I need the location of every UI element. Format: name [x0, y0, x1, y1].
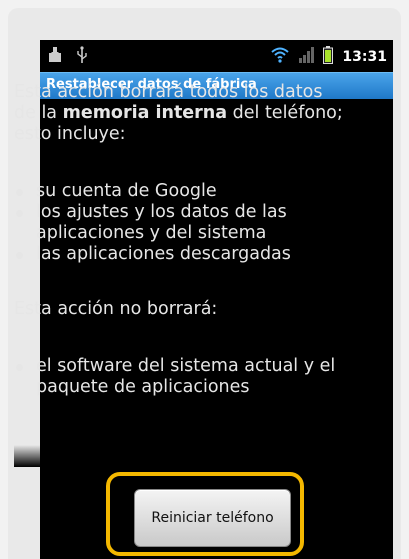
erase-list: su cuenta de Google los ajustes y los da… — [14, 181, 344, 265]
intro-bold-text: memoria interna — [62, 103, 228, 123]
list-item: su cuenta de Google — [14, 181, 344, 202]
battery-icon — [323, 46, 334, 68]
usb-icon — [76, 46, 88, 68]
intro-paragraph: Esta acción borrará todos los datos de l… — [14, 82, 344, 145]
reset-phone-button[interactable]: Reiniciar teléfono — [134, 489, 291, 547]
status-time: 13:31 — [342, 49, 387, 65]
keep-list: el software del sistema actual y el paqu… — [14, 356, 344, 398]
list-item: el software del sistema actual y el paqu… — [14, 356, 344, 398]
wifi-icon — [271, 47, 290, 67]
scroll-fade — [14, 445, 344, 467]
not-erase-heading: Esta acción no borrará: — [14, 299, 218, 319]
signal-icon — [298, 47, 315, 67]
status-bar: 13:31 — [40, 40, 393, 72]
app-download-icon — [48, 47, 62, 67]
warning-content: Esta acción borrará todos los datos de l… — [14, 82, 344, 467]
list-item: los ajustes y los datos de las aplicacio… — [14, 202, 344, 244]
list-item: las aplicaciones descargadas — [14, 244, 344, 265]
